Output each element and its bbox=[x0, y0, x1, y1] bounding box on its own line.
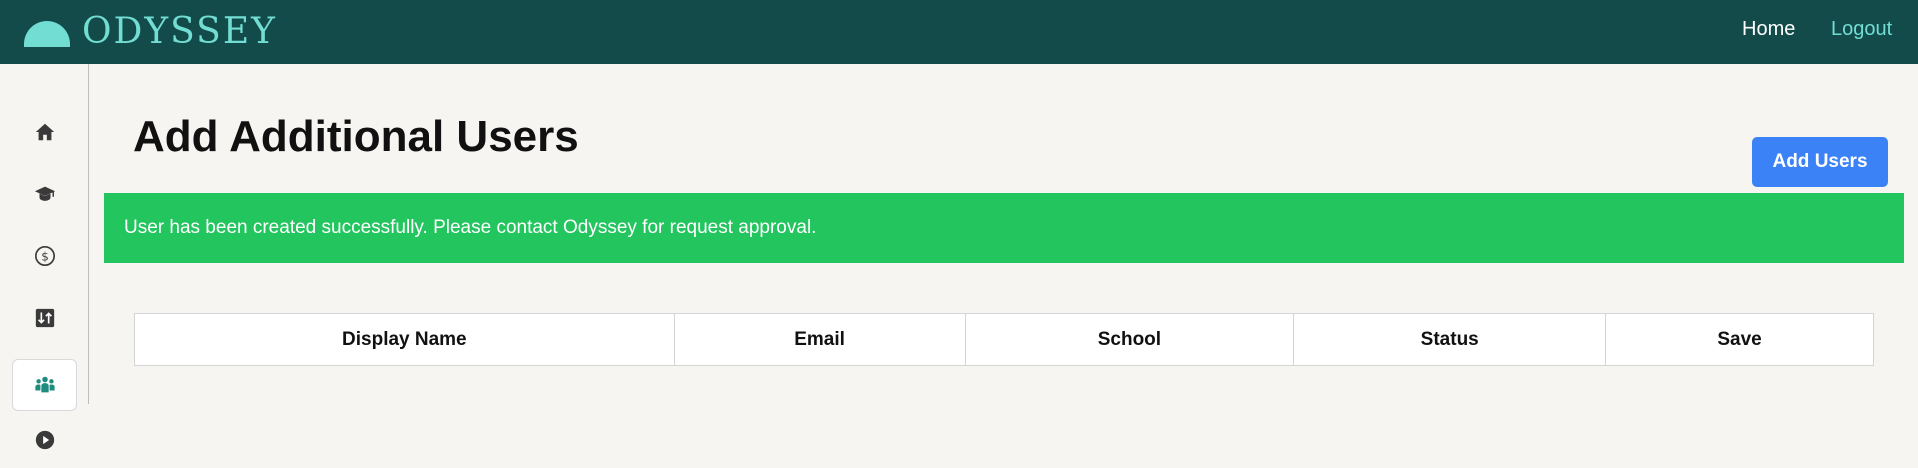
nav-logout-link[interactable]: Logout bbox=[1831, 18, 1892, 41]
graduation-cap-icon bbox=[33, 183, 57, 205]
column-header-email: Email bbox=[673, 313, 966, 366]
success-alert: User has been created successfully. Plea… bbox=[104, 193, 1904, 263]
page-title: Add Additional Users bbox=[133, 112, 579, 161]
home-icon bbox=[34, 121, 56, 143]
column-header-school: School bbox=[964, 313, 1295, 366]
brand-logo[interactable]: ODYSSEY bbox=[24, 10, 277, 54]
sidebar-item-adjustments[interactable] bbox=[12, 292, 77, 344]
sidebar-item-users[interactable] bbox=[12, 359, 77, 411]
column-header-save: Save bbox=[1605, 313, 1874, 366]
play-circle-icon bbox=[34, 429, 56, 451]
column-header-status: Status bbox=[1293, 313, 1607, 366]
sidebar-item-home[interactable] bbox=[12, 106, 77, 158]
sidebar-item-videos[interactable] bbox=[12, 414, 77, 466]
users-group-icon bbox=[33, 374, 57, 396]
brand-logo-mark bbox=[24, 21, 70, 47]
users-table: Display Name Email School Status Save bbox=[134, 313, 1874, 366]
sort-adjust-icon bbox=[34, 307, 56, 329]
add-users-button[interactable]: Add Users bbox=[1752, 137, 1888, 187]
brand-name: ODYSSEY bbox=[82, 11, 277, 52]
sidebar-item-billing[interactable]: $ bbox=[12, 230, 77, 282]
nav-home-link[interactable]: Home bbox=[1742, 18, 1795, 41]
svg-text:$: $ bbox=[41, 250, 49, 264]
dollar-circle-icon: $ bbox=[34, 245, 56, 267]
alert-message: User has been created successfully. Plea… bbox=[124, 217, 817, 238]
sidebar: $ bbox=[0, 64, 89, 450]
table-header-row: Display Name Email School Status Save bbox=[134, 313, 1874, 366]
sidebar-item-education[interactable] bbox=[12, 168, 77, 220]
column-header-display-name: Display Name bbox=[134, 313, 675, 366]
top-navbar: ODYSSEY Home Logout bbox=[0, 0, 1918, 64]
